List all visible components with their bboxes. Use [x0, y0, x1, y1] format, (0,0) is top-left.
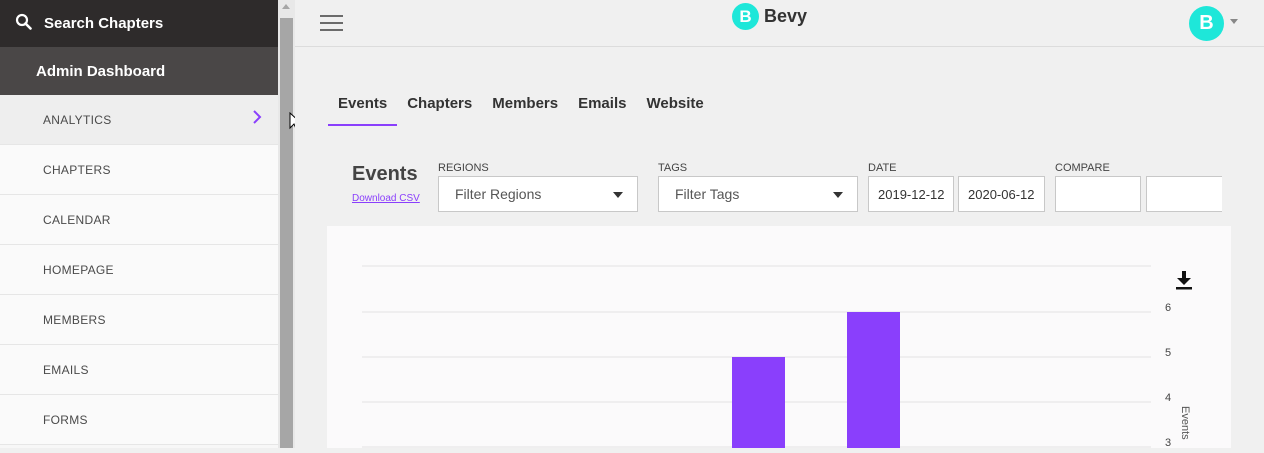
- search-chapters-label: Search Chapters: [44, 15, 164, 32]
- download-chart-icon[interactable]: [1176, 271, 1192, 290]
- date-end-input[interactable]: 2020-06-12: [958, 176, 1045, 212]
- scrollbar-thumb[interactable]: [280, 18, 293, 448]
- section-title: Events: [352, 163, 418, 185]
- tags-label: TAGS: [658, 162, 688, 174]
- y-tick-label: 4: [1165, 392, 1171, 404]
- compare-start-input[interactable]: [1055, 176, 1141, 212]
- tab-emails[interactable]: Emails: [568, 92, 636, 126]
- sidebar-item-label: CHAPTERS: [43, 162, 111, 177]
- sidebar-item-label: CALENDAR: [43, 212, 111, 227]
- compare-label: COMPARE: [1055, 162, 1110, 174]
- chart-bar[interactable]: [732, 357, 785, 448]
- regions-select[interactable]: Filter Regions: [438, 176, 638, 212]
- sidebar-item-chapters[interactable]: CHAPTERS: [0, 145, 278, 195]
- download-csv-link[interactable]: Download CSV: [352, 193, 420, 204]
- tags-select[interactable]: Filter Tags: [658, 176, 858, 212]
- bevy-logo-mark: B: [732, 3, 759, 30]
- sidebar-item-label: MEMBERS: [43, 312, 106, 327]
- sidebar-item-homepage[interactable]: HOMEPAGE: [0, 245, 278, 295]
- events-bar-chart: 3 4 5 6 Events: [362, 265, 1192, 449]
- tab-website[interactable]: Website: [636, 92, 713, 126]
- dropdown-caret-icon: [613, 192, 623, 198]
- sidebar-item-emails[interactable]: EMAILS: [0, 345, 278, 395]
- analytics-tabs: Events Chapters Members Emails Website: [328, 92, 714, 126]
- bevy-logo-text: Bevy: [764, 6, 808, 26]
- sidebar-item-calendar[interactable]: CALENDAR: [0, 195, 278, 245]
- filter-bar: Events Download CSV REGIONS Filter Regio…: [295, 160, 1264, 216]
- tab-chapters[interactable]: Chapters: [397, 92, 482, 126]
- tab-events[interactable]: Events: [328, 92, 398, 126]
- sidebar-item-label: FORMS: [43, 412, 88, 427]
- tab-members[interactable]: Members: [482, 92, 568, 126]
- regions-select-value: Filter Regions: [455, 186, 542, 202]
- y-tick-label: 5: [1165, 347, 1171, 359]
- top-bar: B Bevy B: [295, 0, 1264, 47]
- chevron-down-icon[interactable]: [1230, 19, 1238, 24]
- sidebar-item-label: EMAILS: [43, 362, 89, 377]
- chart-bar[interactable]: [847, 312, 900, 448]
- regions-label: REGIONS: [438, 162, 489, 174]
- tags-select-value: Filter Tags: [675, 186, 740, 202]
- scroll-up-arrow-icon[interactable]: [282, 4, 290, 9]
- date-label: DATE: [868, 162, 897, 174]
- chevron-right-icon: [252, 109, 262, 128]
- hamburger-menu-icon[interactable]: [320, 15, 343, 32]
- main-content: B Bevy B Events Chapters Members Emails …: [295, 0, 1264, 449]
- sidebar: Search Chapters Admin Dashboard ANALYTIC…: [0, 0, 278, 448]
- avatar[interactable]: B: [1189, 6, 1224, 41]
- admin-dashboard-label: Admin Dashboard: [36, 62, 166, 80]
- y-tick-label: 3: [1165, 437, 1171, 448]
- compare-end-input[interactable]: [1146, 176, 1222, 212]
- search-chapters-button[interactable]: Search Chapters: [0, 0, 278, 47]
- y-axis-title: Events: [1179, 406, 1191, 440]
- date-start-input[interactable]: 2019-12-12: [868, 176, 954, 212]
- events-chart: 3 4 5 6 Events: [327, 226, 1231, 449]
- admin-dashboard-heading[interactable]: Admin Dashboard: [0, 47, 278, 95]
- sidebar-item-label: HOMEPAGE: [43, 262, 114, 277]
- y-tick-label: 6: [1165, 302, 1171, 314]
- sidebar-item-analytics[interactable]: ANALYTICS: [0, 95, 278, 145]
- sidebar-item-forms[interactable]: FORMS: [0, 395, 278, 445]
- sidebar-item-label: ANALYTICS: [43, 112, 112, 127]
- sidebar-item-members[interactable]: MEMBERS: [0, 295, 278, 345]
- dropdown-caret-icon: [833, 192, 843, 198]
- bevy-logo[interactable]: B Bevy: [732, 3, 807, 30]
- search-icon: [15, 13, 32, 35]
- sidebar-scrollbar[interactable]: [278, 0, 295, 448]
